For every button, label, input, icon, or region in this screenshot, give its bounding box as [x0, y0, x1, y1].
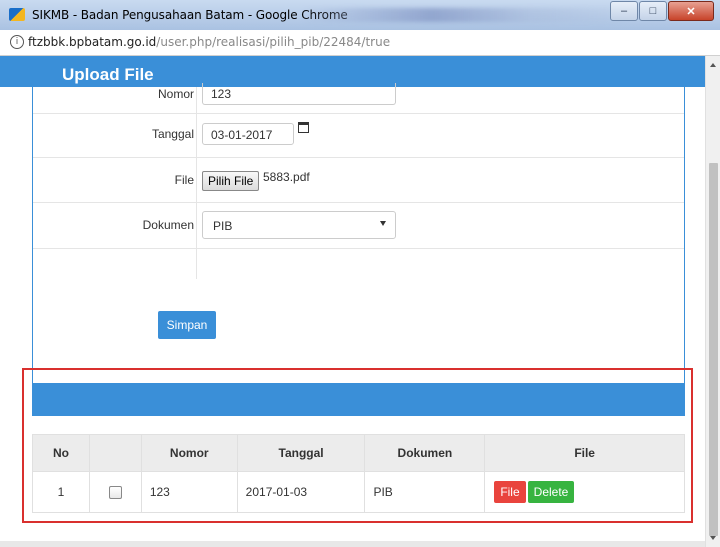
table-header-row: No Nomor Tanggal Dokumen File — [32, 434, 685, 472]
nomor-input[interactable]: 123 — [202, 83, 396, 105]
modal-title: Upload File — [62, 65, 154, 84]
window-titlebar: SIKMB - Badan Pengusahaan Batam - Google… — [0, 0, 720, 31]
cell-no: 1 — [32, 471, 90, 513]
app-icon — [9, 8, 25, 21]
simpan-button[interactable]: Simpan — [158, 311, 216, 339]
page-bottom-edge — [0, 541, 705, 547]
page-viewport: Upload File Nomor 123 Tanggal 03-01-2017… — [0, 56, 705, 547]
scroll-up-icon[interactable] — [710, 63, 716, 67]
info-icon[interactable]: i — [10, 35, 24, 49]
window-controls: – □ ✕ — [610, 1, 714, 21]
table-row: 1 123 2017-01-03 PIB File Delete — [32, 471, 685, 513]
minimize-button[interactable]: – — [610, 1, 638, 21]
address-bar[interactable]: i ftzbbk.bpbatam.go.id/user.php/realisas… — [0, 30, 720, 56]
form-row-dokumen: Dokumen PIB — [33, 203, 684, 249]
calendar-icon[interactable] — [298, 122, 309, 133]
vertical-scrollbar[interactable] — [705, 56, 720, 547]
dokumen-selected-value: PIB — [213, 219, 233, 233]
chevron-down-icon — [380, 221, 386, 226]
tanggal-input[interactable]: 03-01-2017 — [202, 123, 294, 145]
col-header-nomor: Nomor — [140, 434, 238, 472]
nomor-label: Nomor — [157, 87, 194, 101]
files-table: No Nomor Tanggal Dokumen File 1 123 2017… — [32, 434, 685, 513]
cell-select — [88, 471, 142, 513]
cell-dokumen: PIB — [364, 471, 486, 513]
upload-form: Nomor 123 Tanggal 03-01-2017 File Pilih … — [32, 83, 685, 402]
col-header-tanggal: Tanggal — [236, 434, 366, 472]
url-text[interactable]: ftzbbk.bpbatam.go.id/user.php/realisasi/… — [28, 35, 390, 49]
cell-nomor: 123 — [140, 471, 238, 513]
col-header-no: No — [32, 434, 90, 472]
col-header-dokumen: Dokumen — [364, 434, 486, 472]
maximize-button[interactable]: □ — [639, 1, 667, 21]
table-header-bar — [32, 383, 685, 416]
close-button[interactable]: ✕ — [668, 1, 714, 21]
tanggal-label: Tanggal — [151, 127, 194, 141]
col-header-select — [88, 434, 142, 472]
scroll-thumb[interactable] — [709, 163, 718, 536]
row-checkbox[interactable] — [108, 486, 122, 500]
cell-tanggal: 2017-01-03 — [236, 471, 366, 513]
file-label: File — [174, 173, 194, 187]
dokumen-label: Dokumen — [142, 218, 194, 232]
url-host: ftzbbk.bpbatam.go.id — [28, 35, 157, 49]
dokumen-select[interactable]: PIB — [202, 211, 396, 239]
file-button[interactable]: File — [494, 481, 526, 503]
delete-button[interactable]: Delete — [527, 481, 575, 503]
col-header-file: File — [484, 434, 685, 472]
cell-file-actions: File Delete — [484, 471, 685, 513]
url-path: /user.php/realisasi/pilih_pib/22484/true — [156, 35, 391, 49]
choose-file-button[interactable]: Pilih File — [202, 171, 260, 191]
scroll-down-icon[interactable] — [710, 536, 716, 540]
form-row-tanggal: Tanggal 03-01-2017 — [33, 113, 684, 158]
form-row-nomor: Nomor 123 — [33, 83, 684, 114]
blurred-tab-area — [300, 8, 630, 22]
file-name: 5883.pdf — [263, 170, 310, 184]
form-row-file: File Pilih File 5883.pdf — [33, 158, 684, 203]
